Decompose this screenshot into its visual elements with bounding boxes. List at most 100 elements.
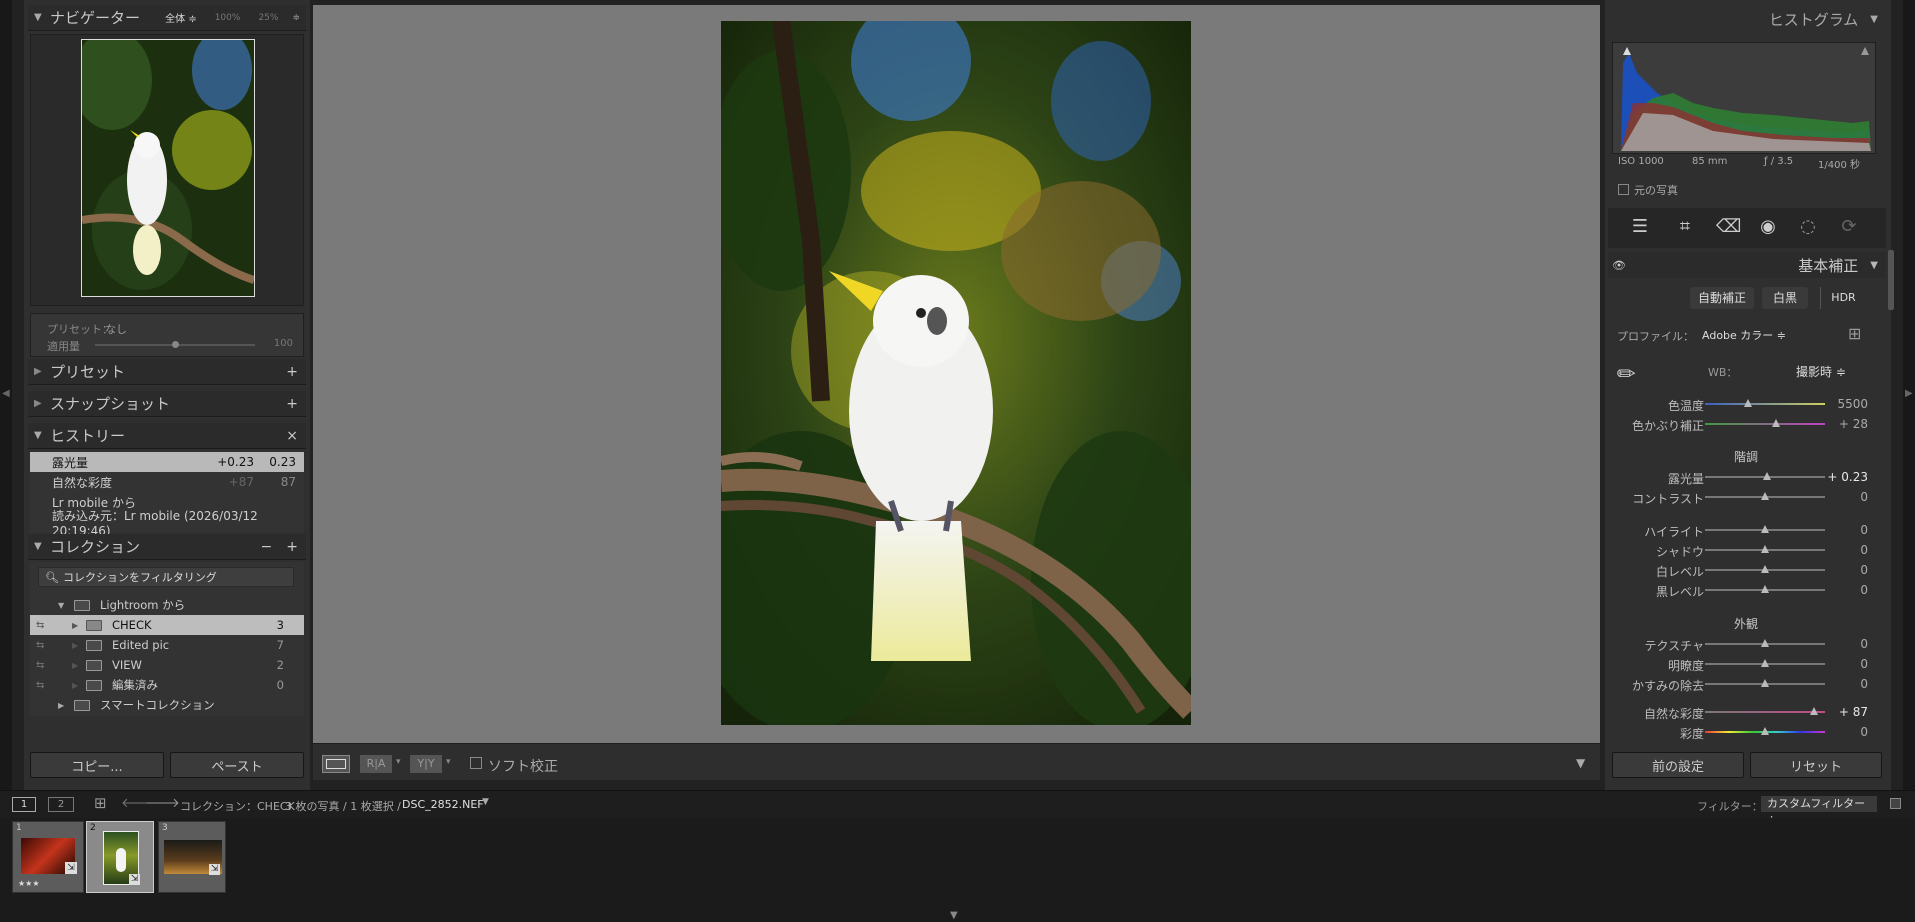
exposure-slider-row[interactable]: 露光量 + 0.23 <box>1612 467 1880 487</box>
clarity-slider-knob[interactable] <box>1761 659 1769 667</box>
history-item[interactable]: 読み込み元：Lr mobile (2026/03/12 20:19:46) <box>30 509 304 538</box>
main-window-button[interactable]: 1 <box>12 797 36 812</box>
left-panel-toggle-strip[interactable]: ◀ <box>0 0 12 790</box>
vibrance-slider-knob[interactable] <box>1810 707 1819 715</box>
temperature-slider-knob[interactable] <box>1744 399 1753 407</box>
filmstrip-toggle-icon[interactable]: ▼ <box>950 910 958 921</box>
collections-header[interactable]: ▼ コレクション − + <box>28 534 306 560</box>
masking-icon[interactable]: ◌ <box>1797 216 1819 238</box>
zoom-fit-option[interactable]: 全体 ≑ <box>165 10 197 25</box>
grid-view-icon[interactable]: ⊞ <box>94 794 107 812</box>
paste-button[interactable]: ペースト <box>170 752 304 778</box>
temperature-slider-track[interactable] <box>1705 399 1825 407</box>
forward-arrow-icon[interactable]: 🡒 <box>145 795 180 811</box>
temperature-slider-row[interactable]: 色温度 5500 <box>1612 394 1880 414</box>
reset-button[interactable]: リセット <box>1750 752 1882 778</box>
history-header[interactable]: ▼ ヒストリー × <box>28 423 306 449</box>
whites-value[interactable]: 0 <box>1860 563 1868 577</box>
shadows-value[interactable]: 0 <box>1860 543 1868 557</box>
tint-slider-knob[interactable] <box>1771 419 1780 427</box>
black-white-button[interactable]: 白黒 <box>1762 287 1808 309</box>
right-panel-scrollbar[interactable] <box>1888 250 1894 310</box>
filmstrip-thumbnail[interactable]: 3 ⇲ <box>158 821 226 893</box>
zoom-100-option[interactable]: 100% <box>215 13 241 23</box>
crop-icon[interactable]: ⌗ <box>1674 216 1696 238</box>
profile-dropdown[interactable]: Adobe カラー ≑ <box>1702 327 1786 343</box>
clear-history-icon[interactable]: × <box>286 428 298 444</box>
sync-arrows-icon[interactable]: ⇆ <box>36 680 72 691</box>
add-preset-icon[interactable]: + <box>286 364 298 380</box>
main-photo[interactable] <box>721 21 1191 725</box>
dehaze-slider-track[interactable] <box>1705 679 1825 687</box>
collection-filter-input[interactable]: 🔍︎ コレクションをフィルタリング <box>38 567 294 587</box>
add-collection-icon[interactable]: + <box>286 539 298 555</box>
loupe-view-button[interactable] <box>322 755 350 773</box>
filmstrip-thumbnail[interactable]: 1 ⇲ ★★★ <box>12 821 84 893</box>
collection-row[interactable]: ⇆ ▶ 編集済み 0 <box>30 675 304 695</box>
sync-arrows-icon[interactable]: ⇆ <box>36 660 72 671</box>
before-after-lr-button[interactable]: R|A <box>360 755 392 773</box>
basic-header[interactable]: 👁︎ 基本補正 ▼ <box>1608 252 1886 278</box>
exposure-slider-track[interactable] <box>1705 472 1825 480</box>
blacks-slider-track[interactable] <box>1705 585 1825 593</box>
before-after-tb-button[interactable]: Y|Y <box>410 755 442 773</box>
clarity-slider-track[interactable] <box>1705 659 1825 667</box>
highlights-slider-knob[interactable] <box>1761 525 1769 533</box>
collection-set-row[interactable]: ▼ Lightroom から <box>30 595 304 615</box>
toolbar-menu-icon[interactable]: ▼ <box>1576 756 1585 770</box>
texture-slider-knob[interactable] <box>1761 639 1769 647</box>
blacks-slider-knob[interactable] <box>1761 585 1769 593</box>
clarity-value[interactable]: 0 <box>1860 657 1868 671</box>
navigator-thumbnail[interactable] <box>81 39 255 297</box>
dehaze-slider-row[interactable]: かすみの除去 0 <box>1612 674 1880 694</box>
highlights-value[interactable]: 0 <box>1860 523 1868 537</box>
zoom-menu-icon[interactable]: ≑ <box>292 13 300 23</box>
zoom-25-option[interactable]: 25% <box>258 13 278 23</box>
highlights-slider-row[interactable]: ハイライト 0 <box>1612 520 1880 540</box>
saturation-value[interactable]: 0 <box>1860 725 1868 739</box>
filter-dropdown[interactable]: カスタムフィルター ≑ <box>1761 796 1877 826</box>
saturation-slider-row[interactable]: 彩度 0 <box>1612 722 1880 742</box>
visibility-eye-icon[interactable]: 👁︎ <box>1612 259 1626 272</box>
hdr-button[interactable]: HDR <box>1820 287 1866 309</box>
soft-proof-checkbox[interactable] <box>470 757 482 769</box>
dehaze-value[interactable]: 0 <box>1860 677 1868 691</box>
tint-slider-track[interactable] <box>1705 419 1825 427</box>
shadows-slider-track[interactable] <box>1705 545 1825 553</box>
healing-eraser-icon[interactable]: ⌫ <box>1716 216 1741 238</box>
vibrance-slider-track[interactable] <box>1705 707 1825 715</box>
texture-value[interactable]: 0 <box>1860 637 1868 651</box>
filename-dropdown-icon[interactable]: ▼ <box>482 797 489 807</box>
dehaze-slider-knob[interactable] <box>1761 679 1769 687</box>
collection-row[interactable]: ⇆ ▶ CHECK 3 <box>30 615 304 635</box>
history-item[interactable]: 自然な彩度 +87 87 <box>30 472 304 492</box>
navigator-header[interactable]: ▼ ナビゲーター 全体 ≑ 100% 25% ≑ <box>28 5 306 31</box>
source-label[interactable]: コレクション：CHECK <box>180 798 295 814</box>
vibrance-slider-row[interactable]: 自然な彩度 + 87 <box>1612 702 1880 722</box>
blacks-slider-row[interactable]: 黒レベル 0 <box>1612 580 1880 600</box>
dropdown-arrow-icon[interactable]: ▾ <box>446 757 451 767</box>
red-eye-icon[interactable]: ◉ <box>1757 216 1779 238</box>
filmstrip-thumbnail-selected[interactable]: 2 ⇲ <box>86 821 154 893</box>
contrast-value[interactable]: 0 <box>1860 490 1868 504</box>
shadows-slider-knob[interactable] <box>1761 545 1769 553</box>
filter-lock-icon[interactable] <box>1890 798 1901 809</box>
collection-row[interactable]: ⇆ ▶ VIEW 2 <box>30 655 304 675</box>
second-window-button[interactable]: 2 <box>48 797 74 812</box>
temperature-value[interactable]: 5500 <box>1837 397 1868 411</box>
original-photo-checkbox[interactable] <box>1618 184 1629 195</box>
whites-slider-track[interactable] <box>1705 565 1825 573</box>
smart-collection-set-row[interactable]: ▶ スマートコレクション <box>30 695 304 715</box>
saturation-slider-knob[interactable] <box>1761 727 1769 735</box>
blacks-value[interactable]: 0 <box>1860 583 1868 597</box>
auto-button[interactable]: 自動補正 <box>1690 287 1754 309</box>
whites-slider-knob[interactable] <box>1761 565 1769 573</box>
filename-label[interactable]: DSC_2852.NEF <box>402 798 484 811</box>
contrast-slider-knob[interactable] <box>1761 492 1769 500</box>
add-snapshot-icon[interactable]: + <box>286 396 298 412</box>
contrast-slider-row[interactable]: コントラスト 0 <box>1612 487 1880 507</box>
snapshots-header[interactable]: ▶ スナップショット + <box>28 391 306 417</box>
remove-collection-icon[interactable]: − <box>261 539 273 555</box>
tint-value[interactable]: + 28 <box>1839 417 1868 431</box>
collection-row[interactable]: ⇆ ▶ Edited pic 7 <box>30 635 304 655</box>
